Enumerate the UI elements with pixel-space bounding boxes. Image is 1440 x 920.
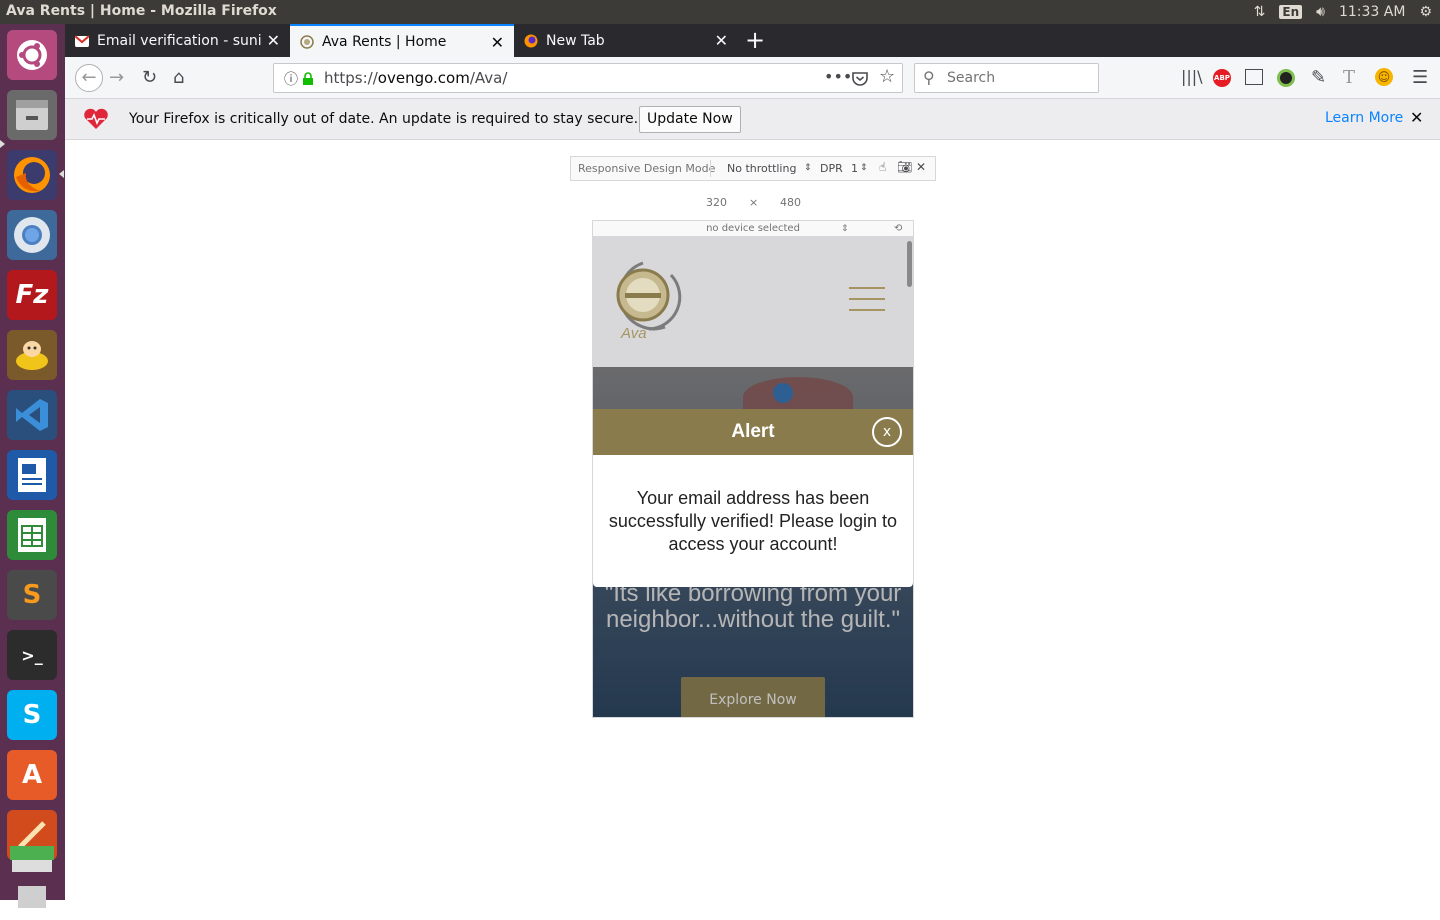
firefox-icon[interactable] [7,150,57,200]
chevron-updown-icon: ⇕ [841,224,849,234]
chevron-updown-icon: ⇕ [804,163,812,173]
color-extension-icon[interactable] [1277,69,1295,87]
ava-icon [300,34,314,49]
sidebar-icon[interactable] [1245,69,1263,85]
ava-logo[interactable]: Ava [605,257,685,347]
viewport-scrollbar[interactable] [907,241,912,287]
viewport-width[interactable]: 320 [706,196,727,209]
libreoffice-writer-icon[interactable] [7,450,57,500]
close-notification-icon[interactable]: ✕ [1410,108,1423,127]
library-icon[interactable]: |||\ [1181,67,1203,86]
close-rdm-icon[interactable]: ✕ [916,160,926,174]
trash-icon[interactable] [7,870,57,920]
active-indicator [59,170,64,178]
update-now-button[interactable]: Update Now [639,106,741,133]
system-tray: ⇅ En 🔊︎ 11:33 AM ⚙ [1254,0,1440,24]
hamburger-menu-icon[interactable]: ☰ [1412,67,1428,88]
screenshot-camera-icon[interactable]: 📷︎ [897,160,912,174]
search-placeholder: Search [947,70,996,86]
tab-label: Email verification - sunil [97,32,262,49]
heart-icon [84,108,108,129]
files-icon[interactable] [7,90,57,140]
navigation-toolbar: ← → ↻ ⌂ ⓘ https://ovengo.com/Ava/ ••• ☆ … [65,57,1440,99]
learn-more-link[interactable]: Learn More [1325,110,1403,126]
firefox-icon [524,34,538,47]
search-icon: ⚲ [923,68,935,87]
page-actions-icon[interactable]: ••• [824,67,852,86]
running-indicator [0,140,5,148]
vscode-icon[interactable] [7,390,57,440]
update-notification-bar: Your Firefox is critically out of date. … [65,99,1440,140]
device-selector[interactable]: no device selected ⇕ ⟲ [593,221,913,237]
rotate-viewport-icon[interactable]: ⟲ [894,221,902,237]
search-bar[interactable]: ⚲ Search [914,63,1099,93]
software-center-icon[interactable]: A [7,750,57,800]
home-icon[interactable]: ⌂ [173,67,184,88]
touch-simulation-icon[interactable]: ☝ [879,160,886,174]
modal-message: Your email address has been successfully… [608,488,898,554]
rdm-label: Responsive Design Mode [578,162,716,175]
emoji-icon[interactable]: ☺ [1375,68,1393,86]
genie-lamp-icon[interactable] [7,330,57,380]
volume-icon[interactable]: 🔊︎ [1316,4,1325,20]
tab-ava-rents[interactable]: Ava Rents | Home ✕ [290,24,514,57]
network-icon[interactable]: ⇅ [1254,4,1266,20]
tab-new-tab[interactable]: New Tab ✕ [514,24,738,57]
reload-icon[interactable]: ↻ [142,67,157,88]
translate-icon[interactable]: T [1343,67,1355,88]
window-title: Ava Rents | Home - Mozilla Firefox [6,3,277,19]
device-viewport: no device selected ⇕ ⟲ Ava "Its like bor… [592,220,914,718]
filezilla-icon[interactable]: Fz [7,270,57,320]
notification-message: Your Firefox is critically out of date. … [129,111,639,127]
libreoffice-calc-icon[interactable] [7,510,57,560]
divider [710,160,711,177]
settings-gear-icon[interactable]: ⚙ [1419,4,1432,20]
alert-modal: Alert x Your email address has been succ… [593,409,913,587]
viewport-height[interactable]: 480 [780,196,801,209]
tab-label: Ava Rents | Home [322,33,447,50]
close-modal-button[interactable]: x [872,417,902,447]
url-text[interactable]: https://ovengo.com/Ava/ [324,69,507,87]
pocket-icon[interactable] [852,71,868,87]
system-top-bar: Ava Rents | Home - Mozilla Firefox ⇅ En … [0,0,1440,24]
responsive-design-toolbar: Responsive Design Mode No throttling ⇕ D… [570,156,936,181]
adblock-plus-icon[interactable]: ABP [1213,69,1231,87]
dpr-label: DPR [820,162,843,175]
dimension-separator: × [749,196,759,209]
device-selector-label: no device selected [706,223,800,234]
hamburger-menu-icon[interactable] [849,287,885,311]
throttling-select[interactable]: No throttling [727,162,796,175]
lock-icon [303,72,313,85]
terminal-icon[interactable]: >_ [7,630,57,680]
dpr-select[interactable]: 1 [851,162,858,175]
clock[interactable]: 11:33 AM [1339,4,1405,20]
chevron-updown-icon: ⇕ [860,163,868,173]
close-tab-icon[interactable]: ✕ [491,33,504,52]
logo-text: Ava [621,325,647,342]
tab-email-verification[interactable]: Email verification - sunil ✕ [65,24,290,57]
skype-icon[interactable]: S [7,690,57,740]
gmail-icon [75,34,89,47]
ubuntu-dash-icon[interactable] [7,30,57,80]
back-arrow-icon[interactable]: ← [75,64,103,92]
info-icon[interactable]: ⓘ [284,69,298,89]
eyedropper-icon[interactable]: ✎ [1311,67,1326,88]
close-tab-icon[interactable]: ✕ [267,31,280,50]
keyboard-layout-indicator[interactable]: En [1279,5,1303,19]
bookmark-star-icon[interactable]: ☆ [879,66,895,87]
chromium-icon[interactable] [7,210,57,260]
new-tab-plus-icon[interactable]: + [745,26,765,54]
close-tab-icon[interactable]: ✕ [715,31,728,50]
tab-label: New Tab [546,32,605,49]
sublime-text-icon[interactable]: S [7,570,57,620]
site-header: Ava [593,237,913,367]
forward-arrow-icon[interactable]: → [109,67,124,88]
modal-title: Alert [593,409,913,455]
tab-strip: Email verification - sunil ✕ Ava Rents |… [65,24,1440,57]
ubuntu-launcher: Fz S >_ S A [0,24,65,908]
url-bar[interactable]: ⓘ https://ovengo.com/Ava/ ••• ☆ [273,63,903,93]
